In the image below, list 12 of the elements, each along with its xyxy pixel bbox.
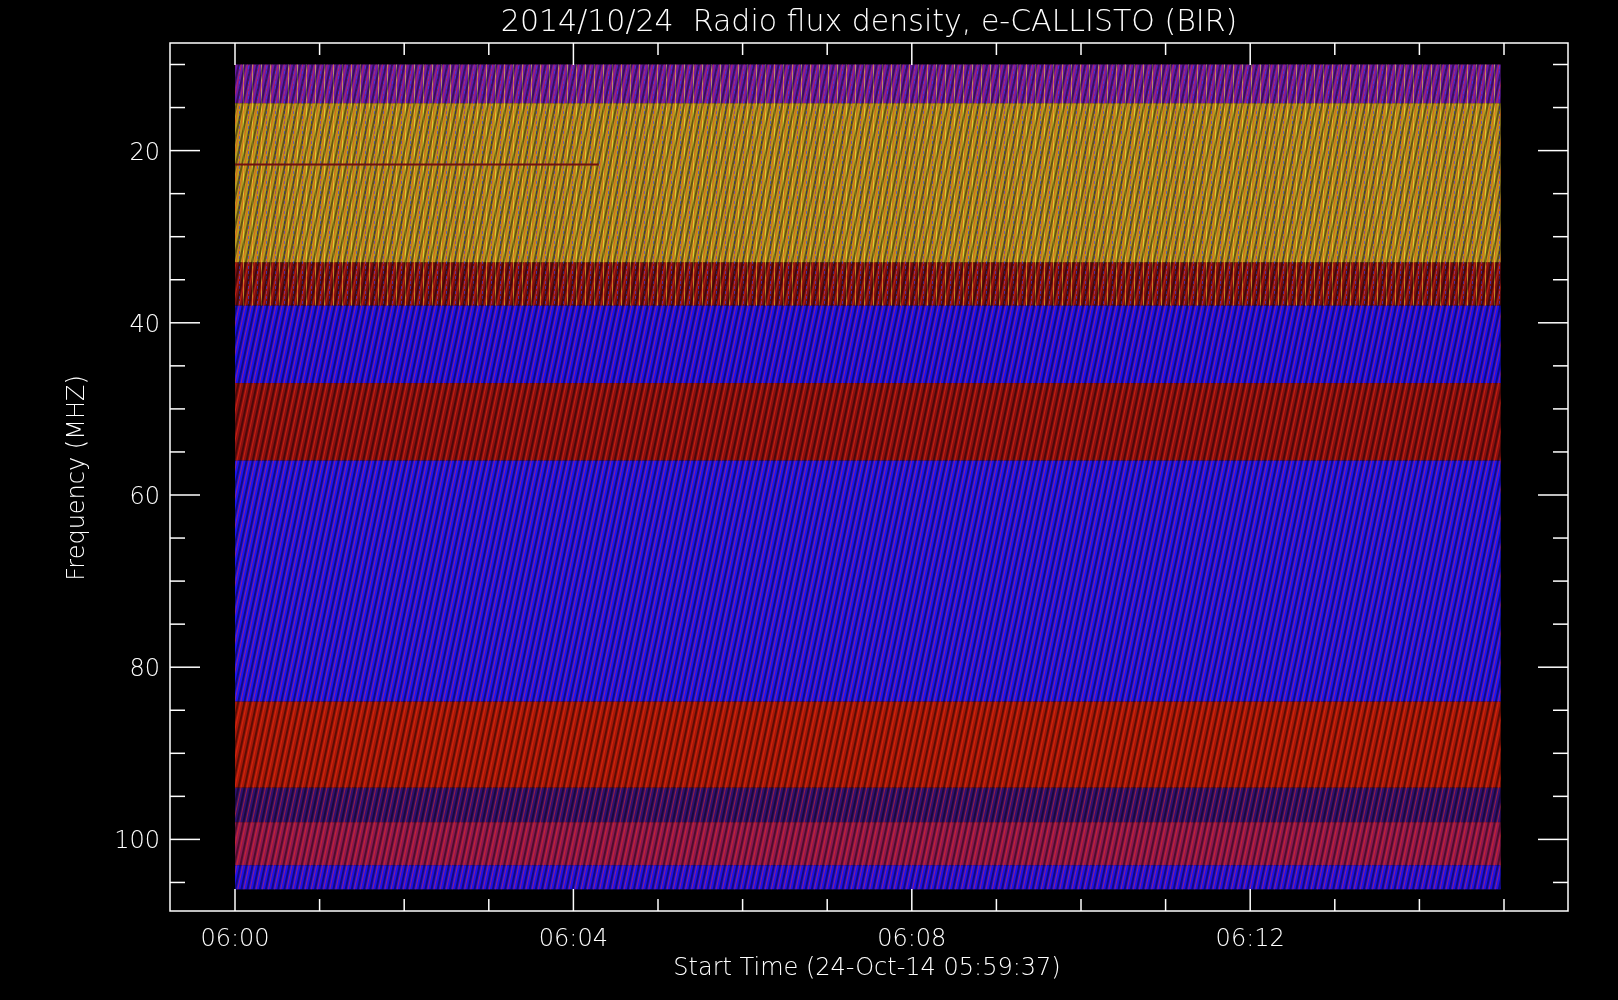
- y-tick-label: 60: [129, 482, 160, 510]
- x-tick-label: 06:04: [538, 924, 608, 952]
- x-tick-label: 06:00: [200, 924, 270, 952]
- y-tick-label: 40: [129, 309, 160, 338]
- y-tick-label: 20: [129, 137, 160, 166]
- x-tick-label: 06:08: [877, 924, 947, 952]
- x-tick-label: 06:12: [1215, 924, 1285, 952]
- chart-title: 2014/10/24 Radio flux density, e-CALLISTO (BIR): [500, 3, 1238, 38]
- y-axis-label: Frequency (MHZ): [62, 375, 90, 581]
- y-tick-label: 100: [114, 826, 160, 855]
- y-tick-label: 80: [129, 654, 160, 683]
- x-axis-label: Start Time (24-Oct-14 05:59:37): [673, 953, 1061, 981]
